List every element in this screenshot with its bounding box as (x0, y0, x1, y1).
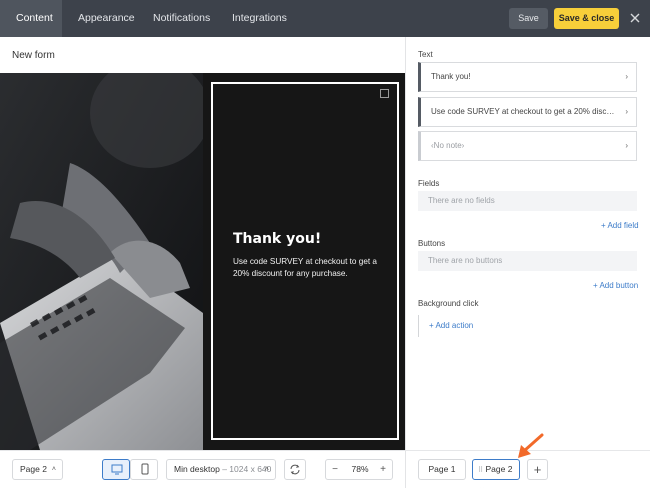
popup-heading: Thank you! (233, 231, 322, 247)
tab-appearance[interactable]: Appearance (62, 0, 138, 37)
zoom-out-button[interactable]: − (326, 460, 344, 479)
phone-icon (141, 463, 149, 475)
chevron-up-icon: ˄ (264, 466, 269, 473)
tab-notifications-label: Notifications (153, 12, 211, 24)
tab-notifications[interactable]: Notifications (137, 0, 219, 37)
laptop-photo (0, 73, 203, 450)
text-section-label: Text (418, 50, 433, 59)
form-preview: Thank you! Use code SURVEY at checkout t… (0, 73, 405, 450)
text-item-no-note[interactable]: ‹No note› › (418, 131, 637, 161)
chevron-right-icon: › (625, 72, 628, 81)
popup-panel: Thank you! Use code SURVEY at checkout t… (203, 73, 405, 450)
device-size-select[interactable]: Min desktop – 1024 x 640 ˄ (166, 459, 276, 480)
rotate-icon (290, 464, 300, 475)
page-tab-2[interactable]: ⠿ Page 2 × (472, 459, 520, 488)
annotation-arrow-icon (518, 433, 544, 458)
background-click-label: Background click (418, 299, 479, 308)
footer-divider (0, 450, 650, 451)
popup-close-icon[interactable] (380, 89, 389, 98)
top-toolbar: Content Appearance Notifications Integra… (0, 0, 650, 37)
add-action-link[interactable]: + Add action (429, 321, 473, 330)
save-and-close-button[interactable]: Save & close (554, 8, 619, 29)
panel-divider (405, 37, 406, 488)
close-icon[interactable] (627, 10, 643, 26)
chevron-right-icon: › (625, 141, 628, 150)
buttons-empty-state: There are no buttons (418, 251, 637, 271)
text-item-label: Thank you! (431, 72, 471, 81)
tab-integrations-label: Integrations (232, 12, 287, 24)
chevron-up-icon: ˄ (51, 466, 56, 473)
zoom-level: 78% (351, 464, 369, 474)
text-item-thank-you[interactable]: Thank you! › (418, 62, 637, 92)
chevron-right-icon: › (625, 107, 628, 116)
drag-handle-icon[interactable]: ⠿ (478, 467, 483, 474)
monitor-icon (111, 464, 123, 475)
fields-empty-state: There are no fields (418, 191, 637, 211)
background-click-rule (418, 315, 419, 337)
page-select[interactable]: Page 2 ˄ (12, 459, 63, 480)
rotate-button[interactable] (284, 459, 306, 480)
add-button-link[interactable]: + Add button (593, 281, 638, 290)
add-field-link[interactable]: + Add field (601, 221, 639, 230)
device-select-value: Min desktop (174, 464, 220, 474)
tab-content-label: Content (16, 12, 53, 24)
page-tab-label: Page 2 (485, 464, 513, 474)
tab-integrations[interactable]: Integrations (216, 0, 296, 37)
page-select-value: Page 2 (20, 464, 47, 474)
page-tab-label: Page 1 (428, 464, 456, 474)
zoom-in-button[interactable]: + (374, 460, 392, 479)
tab-content[interactable]: Content (0, 0, 62, 37)
buttons-section-label: Buttons (418, 239, 446, 248)
fields-section-label: Fields (418, 179, 440, 188)
desktop-view-button[interactable] (102, 459, 130, 480)
form-title: New form (12, 50, 55, 61)
mobile-view-button[interactable] (130, 459, 158, 480)
text-item-label: ‹No note› (431, 141, 465, 150)
page-tab-1[interactable]: Page 1 (418, 459, 466, 480)
text-item-label: Use code SURVEY at checkout to get a 20%… (431, 107, 616, 116)
popup-body-text: Use code SURVEY at checkout to get a 20%… (233, 257, 377, 278)
text-item-discount[interactable]: Use code SURVEY at checkout to get a 20%… (418, 97, 637, 127)
save-button[interactable]: Save (509, 8, 548, 29)
add-page-button[interactable]: + (527, 459, 548, 480)
zoom-control: − 78% + (325, 459, 393, 480)
tab-appearance-label: Appearance (78, 12, 135, 24)
